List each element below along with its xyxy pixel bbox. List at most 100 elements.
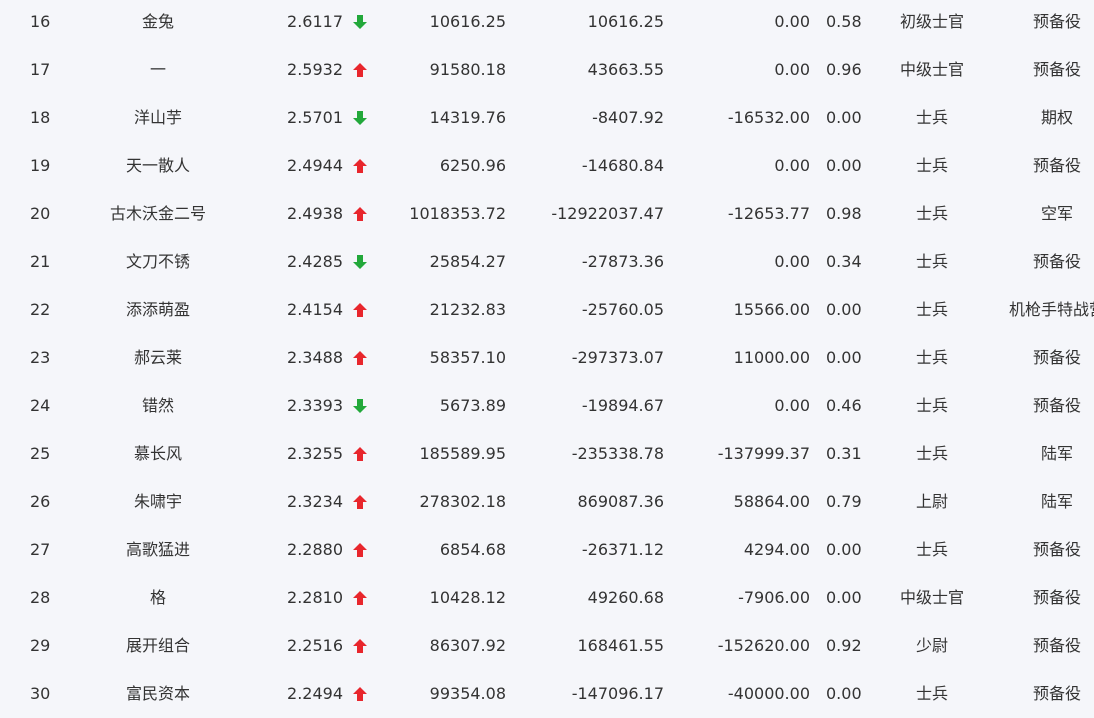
rank-cell: 30 [30,684,51,703]
value2-cell: -14680.84 [581,156,664,175]
value2-cell: 43663.55 [587,60,664,79]
table-row[interactable]: 16 金兔 2.6117 10616.25 10616.25 0.00 0.58 初级士官 预备… [0,0,1094,46]
branch-cell: 预备役 [1032,12,1081,31]
military-rank-cell: 士兵 [915,444,948,463]
arrow-down-icon [352,398,368,414]
score-cell: 2.5932 [287,60,343,79]
rank-cell: 27 [30,540,51,559]
score-cell: 2.2494 [287,684,343,703]
arrow-up-icon [352,302,368,318]
value3-cell: 15566.00 [733,300,810,319]
value1-cell: 21232.83 [429,300,506,319]
name-cell: 文刀不锈 [125,252,190,271]
rank-cell: 19 [30,156,51,175]
military-rank-cell: 士兵 [915,252,948,271]
rank-cell: 17 [30,60,51,79]
name-cell: 高歌猛进 [125,540,190,559]
score-cell: 2.2880 [287,540,343,559]
value3-cell: 0.00 [774,252,810,271]
arrow-up-icon [352,686,368,702]
table-row[interactable]: 28 格 2.2810 10428.12 49260.68 -7906.00 0.00 中级士… [0,574,1094,622]
arrow-down-icon [352,254,368,270]
rank-cell: 26 [30,492,51,511]
value3-cell: -40000.00 [727,684,810,703]
table-row[interactable]: 17 一 2.5932 91580.18 43663.55 0.00 0.96 中级士官 预备役 [0,46,1094,94]
name-cell: 格 [149,588,166,607]
table-row[interactable]: 24 错然 2.3393 5673.89 -19894.67 0.00 0.46 士兵 预备役 [0,382,1094,430]
branch-cell: 预备役 [1032,348,1081,367]
table-row[interactable]: 30 富民资本 2.2494 99354.08 -147096.17 -40000.00 0… [0,670,1094,718]
arrow-up-icon [352,446,368,462]
value1-cell: 6250.96 [439,156,506,175]
rank-cell: 20 [30,204,51,223]
table-row[interactable]: 23 郝云莱 2.3488 58357.10 -297373.07 11000.00 0.0… [0,334,1094,382]
ratio-cell: 0.00 [826,108,862,127]
ratio-cell: 0.00 [826,684,862,703]
branch-cell: 陆军 [1040,444,1073,463]
value3-cell: -16532.00 [727,108,810,127]
value1-cell: 91580.18 [429,60,506,79]
rank-cell: 24 [30,396,51,415]
rank-cell: 23 [30,348,51,367]
name-cell: 展开组合 [125,636,190,655]
arrow-down-icon [352,110,368,126]
military-rank-cell: 士兵 [915,684,948,703]
table-row[interactable]: 20 古木沃金二号 2.4938 1018353.72 -12922037.47 -126… [0,190,1094,238]
ratio-cell: 0.79 [826,492,862,511]
military-rank-cell: 士兵 [915,156,948,175]
table-row[interactable]: 29 展开组合 2.2516 86307.92 168461.55 -152620.00 0… [0,622,1094,670]
arrow-up-icon [352,638,368,654]
name-cell: 一 [149,60,166,79]
ratio-cell: 0.00 [826,156,862,175]
value1-cell: 58357.10 [429,348,506,367]
value1-cell: 86307.92 [429,636,506,655]
table-row[interactable]: 18 洋山芋 2.5701 14319.76 -8407.92 -16532.00 0.00… [0,94,1094,142]
table-row[interactable]: 27 高歌猛进 2.2880 6854.68 -26371.12 4294.00 0.00 士… [0,526,1094,574]
branch-cell: 预备役 [1032,252,1081,271]
value3-cell: 11000.00 [733,348,810,367]
branch-cell: 预备役 [1032,156,1081,175]
arrow-up-icon [352,350,368,366]
value1-cell: 6854.68 [439,540,506,559]
arrow-down-icon [352,14,368,30]
military-rank-cell: 初级士官 [899,12,964,31]
branch-cell: 期权 [1040,108,1073,127]
table-row[interactable]: 22 添添萌盈 2.4154 21232.83 -25760.05 15566.00 0.0… [0,286,1094,334]
branch-cell: 机枪手特战营 [1008,300,1094,319]
value1-cell: 5673.89 [439,396,506,415]
ratio-cell: 0.98 [826,204,862,223]
rank-cell: 18 [30,108,51,127]
military-rank-cell: 士兵 [915,300,948,319]
arrow-up-icon [352,542,368,558]
ratio-cell: 0.31 [826,444,862,463]
rank-cell: 16 [30,12,51,31]
value2-cell: -297373.07 [571,348,664,367]
value3-cell: 0.00 [774,12,810,31]
table-row[interactable]: 19 天一散人 2.4944 6250.96 -14680.84 0.00 0.00 士兵 预备… [0,142,1094,190]
arrow-up-icon [352,494,368,510]
value1-cell: 10616.25 [429,12,506,31]
name-cell: 富民资本 [125,684,190,703]
value1-cell: 278302.18 [419,492,506,511]
branch-cell: 空军 [1040,204,1073,223]
rank-cell: 21 [30,252,51,271]
value3-cell: -152620.00 [717,636,810,655]
value3-cell: -7906.00 [738,588,810,607]
branch-cell: 预备役 [1032,396,1081,415]
table-row[interactable]: 26 朱啸宇 2.3234 278302.18 869087.36 58864.00 0.7… [0,478,1094,526]
ratio-cell: 0.92 [826,636,862,655]
value2-cell: -25760.05 [581,300,664,319]
ratio-cell: 0.00 [826,540,862,559]
name-cell: 添添萌盈 [125,300,190,319]
military-rank-cell: 中级士官 [899,60,964,79]
value2-cell: -27873.36 [581,252,664,271]
value1-cell: 99354.08 [429,684,506,703]
table-row[interactable]: 25 慕长风 2.3255 185589.95 -235338.78 -137999.37… [0,430,1094,478]
military-rank-cell: 士兵 [915,204,948,223]
ratio-cell: 0.46 [826,396,862,415]
value2-cell: -12922037.47 [551,204,664,223]
table-row[interactable]: 21 文刀不锈 2.4285 25854.27 -27873.36 0.00 0.34 士兵 预… [0,238,1094,286]
score-cell: 2.4944 [287,156,343,175]
score-cell: 2.4938 [287,204,343,223]
value1-cell: 10428.12 [429,588,506,607]
